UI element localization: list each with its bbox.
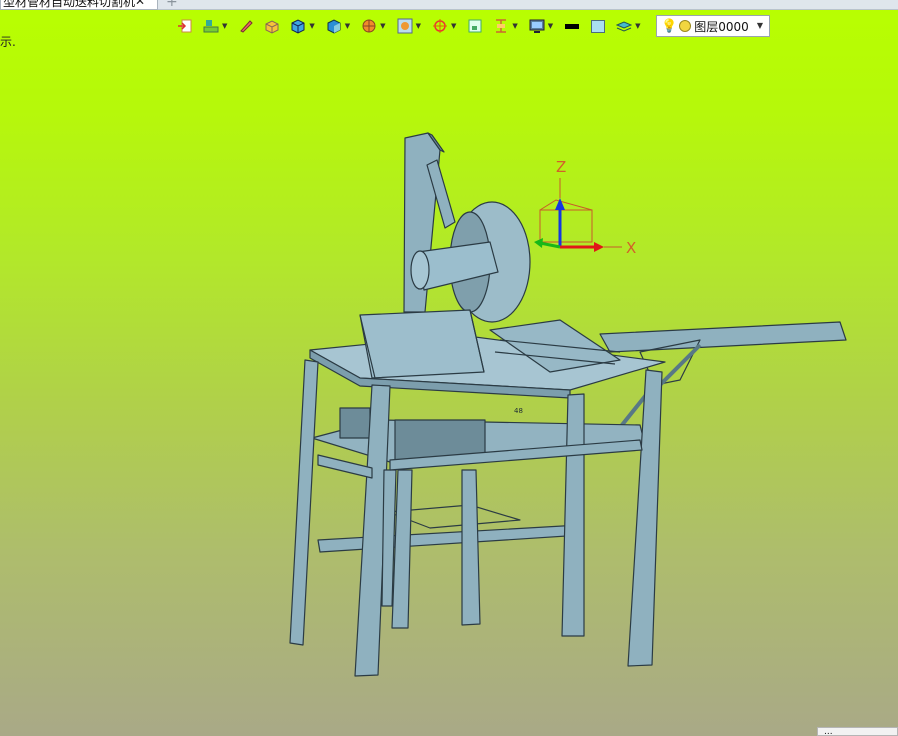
blade-guard <box>359 309 485 379</box>
axis-z-label: Z <box>556 158 566 176</box>
frame-view-icon[interactable] <box>395 15 415 37</box>
screen-icon[interactable] <box>527 15 547 37</box>
dimension-icon[interactable] <box>491 15 511 37</box>
chevron-down-icon[interactable]: ▼ <box>416 22 421 30</box>
view-toolbar: ▼ ▼ ▼ ▼ ▼ ▼ ▼ ▼ ▼ <box>175 15 648 37</box>
support-arm <box>599 321 847 353</box>
pencil-icon[interactable] <box>236 15 256 37</box>
chevron-down-icon[interactable]: ▼ <box>222 22 227 30</box>
document-tab-bar: 型材管材自动送料切割机 ✕ + <box>0 0 898 10</box>
machine-model: 48 X Z <box>289 132 847 677</box>
small-square-icon[interactable] <box>465 15 485 37</box>
layer-stack-icon[interactable] <box>201 15 221 37</box>
chevron-down-icon[interactable]: ▼ <box>380 22 385 30</box>
chevron-down-icon[interactable]: ▼ <box>548 22 553 30</box>
document-tab-title: 型材管材自动送料切割机 <box>3 0 136 9</box>
layers-icon[interactable] <box>614 15 634 37</box>
orientation-icon[interactable] <box>430 15 450 37</box>
close-icon[interactable]: ✕ <box>135 0 145 7</box>
model-part-label: 48 <box>514 407 523 415</box>
document-tab[interactable]: 型材管材自动送料切割机 ✕ <box>0 0 158 10</box>
lightbulb-icon[interactable]: 💡 <box>661 19 677 34</box>
chevron-down-icon[interactable]: ▼ <box>757 21 763 30</box>
chevron-down-icon[interactable]: ▼ <box>635 22 640 30</box>
line-color-swatch[interactable] <box>562 15 582 37</box>
exit-sketch-icon[interactable] <box>175 15 195 37</box>
layer-select-value: 图层0000 <box>694 19 749 34</box>
fill-color-swatch[interactable] <box>588 15 608 37</box>
leg-inner-mid <box>461 469 481 626</box>
coordinate-triad <box>534 178 622 252</box>
cube-shade-icon[interactable] <box>324 15 344 37</box>
solid-box-icon[interactable] <box>262 15 282 37</box>
status-panel-corner: ... <box>817 727 898 736</box>
layer-color-icon <box>679 20 692 32</box>
cube-view-icon[interactable] <box>288 15 308 37</box>
leg-front-left-back <box>289 359 319 646</box>
render-mode-icon[interactable] <box>359 15 379 37</box>
3d-viewport[interactable]: 48 X Z <box>0 40 898 736</box>
lower-crossbar <box>317 524 583 553</box>
axis-x-label: X <box>626 239 636 257</box>
layer-select[interactable]: 💡 图层0000 ▼ <box>656 15 770 37</box>
leg-back-right <box>627 369 663 667</box>
chevron-down-icon[interactable]: ▼ <box>512 22 517 30</box>
chevron-down-icon[interactable]: ▼ <box>451 22 456 30</box>
chevron-down-icon[interactable]: ▼ <box>309 22 314 30</box>
add-tab-icon[interactable]: + <box>166 0 178 9</box>
chevron-down-icon[interactable]: ▼ <box>345 22 350 30</box>
